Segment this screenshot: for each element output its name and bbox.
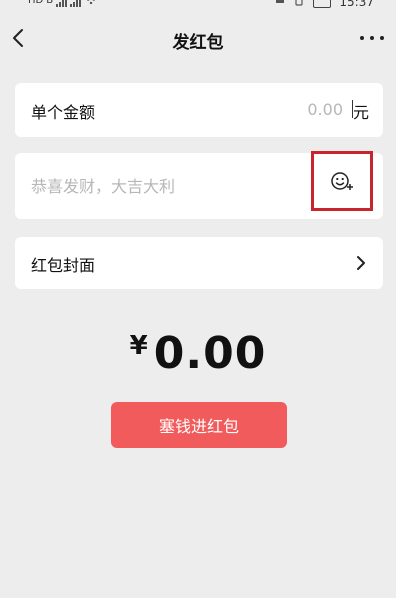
cover-row[interactable]: 红包封面 [15, 237, 383, 289]
message-input[interactable] [31, 174, 291, 198]
b-badge: B [46, 0, 54, 6]
nav-bar: 发红包 [0, 18, 396, 62]
currency-symbol: ¥ [129, 331, 148, 361]
clock-time: 15:37 [339, 0, 374, 9]
amount-unit: 元 [352, 103, 369, 122]
wifi-icon [84, 0, 98, 7]
total-value: 0.00 [153, 328, 267, 379]
amount-label: 单个金额 [31, 103, 96, 122]
total-amount: ¥0.00 [0, 328, 396, 379]
more-dots-icon[interactable] [360, 28, 384, 48]
status-right: 15:37 [275, 0, 374, 9]
signal-icon-2 [70, 0, 82, 7]
cover-label: 红包封面 [31, 256, 96, 275]
hd-badge: HD [28, 0, 44, 6]
battery-icon [313, 0, 332, 8]
message-card [15, 151, 383, 219]
notification-icon [275, 0, 285, 9]
amount-input[interactable] [223, 97, 343, 121]
send-red-packet-button[interactable]: 塞钱进红包 [111, 402, 287, 448]
emoji-add-icon[interactable] [311, 151, 373, 211]
signal-icon [56, 0, 68, 7]
chevron-right-icon [351, 253, 371, 273]
status-left: HD B [28, 0, 98, 7]
vibrate-icon [293, 0, 305, 9]
page-title: 发红包 [172, 33, 224, 53]
status-bar: HD B 15:37 [0, 0, 396, 12]
amount-card: 单个金额 元 [15, 83, 383, 137]
